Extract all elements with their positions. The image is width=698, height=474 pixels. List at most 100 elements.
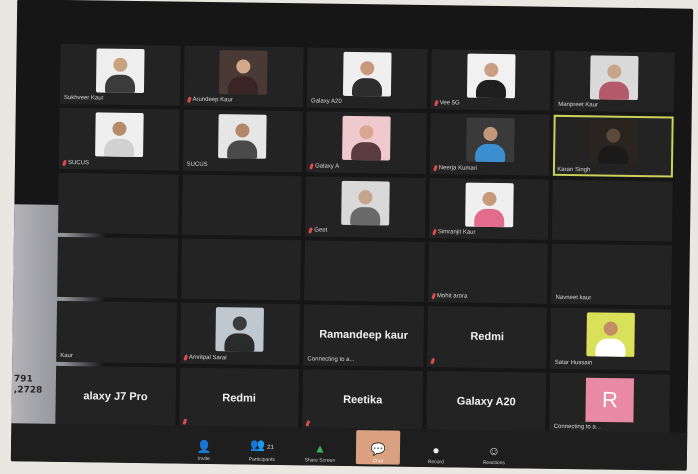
participant-tile[interactable]: Sukhveer Kaur bbox=[59, 43, 181, 106]
participant-label: SUCUS bbox=[187, 161, 208, 167]
participant-tile[interactable]: Karan Singh bbox=[553, 115, 674, 178]
record-button[interactable]: ● Record bbox=[414, 431, 458, 466]
participant-tile[interactable]: Satar Hussain bbox=[550, 308, 671, 371]
participant-label bbox=[430, 357, 435, 365]
participant-video bbox=[589, 119, 638, 165]
participant-name: Sukhveer Kaur bbox=[63, 95, 104, 102]
participant-head bbox=[112, 121, 127, 137]
share-screen-icon: ▲ bbox=[314, 441, 326, 455]
participant-name: Galaxy A20 bbox=[311, 98, 342, 106]
participant-label: Mohit arora bbox=[431, 293, 468, 300]
participant-tile[interactable]: Vee 5G bbox=[430, 49, 551, 112]
participant-tile[interactable]: Manpreet Kaur bbox=[554, 50, 675, 113]
share-label: Share Screen bbox=[304, 457, 336, 464]
participant-name: Manpreet Kaur bbox=[558, 102, 598, 109]
participant-tile[interactable]: Galaxy A20 bbox=[426, 370, 547, 433]
share-screen-icon-glyph: ▲ bbox=[313, 441, 327, 456]
participant-label: Simranjit Kaur bbox=[431, 228, 476, 236]
participant-body bbox=[599, 81, 630, 100]
person-plus-icon-glyph: 👤 bbox=[196, 439, 212, 455]
muted-mic-icon bbox=[308, 227, 314, 234]
chat-icon-glyph: 💬 bbox=[370, 442, 386, 457]
muted-mic-icon bbox=[186, 96, 192, 104]
chat-icon: 💬 bbox=[370, 442, 385, 456]
participant-tile[interactable]: Ramandeep kaur Connecting to a... bbox=[303, 304, 424, 367]
participant-body bbox=[228, 76, 259, 95]
participant-tile[interactable]: SUCUS bbox=[182, 109, 303, 172]
participant-label: Manpreet Kaur bbox=[558, 102, 598, 109]
participant-tile[interactable]: R Connecting to a... bbox=[549, 372, 671, 435]
participant-head bbox=[360, 61, 375, 76]
participant-head bbox=[113, 57, 128, 72]
participant-name: SUCUS bbox=[67, 159, 90, 166]
participant-tile[interactable] bbox=[181, 174, 303, 237]
participant-grid: Sukhveer Kaur Arundeep Kaur Galaxy A20 Vee … bbox=[55, 43, 675, 435]
zoom-meeting-window: 791 ,2728 Sukhveer Kaur Arundeep Kaur Gala… bbox=[10, 0, 694, 471]
participant-tile[interactable]: Simranjit Kaur bbox=[428, 177, 550, 240]
participant-head bbox=[233, 316, 248, 331]
participant-label: Amritpal Sarai bbox=[182, 354, 227, 361]
participant-label: Vee 5G bbox=[433, 100, 460, 107]
participant-tile[interactable]: Redmi bbox=[426, 306, 548, 369]
participant-name: Vee 5G bbox=[439, 100, 460, 107]
muted-mic-icon bbox=[430, 357, 435, 365]
participant-tile[interactable]: Galaxy A bbox=[306, 111, 427, 174]
participant-tile[interactable]: Kaur bbox=[56, 301, 177, 364]
reactions-button[interactable]: ☺ Reactions bbox=[472, 432, 516, 467]
participant-body bbox=[350, 206, 381, 226]
participant-name: Simranjit Kaur bbox=[437, 229, 476, 236]
participant-body bbox=[473, 208, 504, 227]
participant-name: Connecting to a... bbox=[553, 423, 601, 431]
invite-button[interactable]: 👤 Invite bbox=[182, 428, 226, 463]
record-icon: ● bbox=[432, 443, 439, 457]
participant-tile[interactable]: Neerja Kumari bbox=[429, 113, 551, 176]
participant-video bbox=[586, 312, 636, 358]
participant-head bbox=[606, 128, 621, 144]
invite-label: Invite bbox=[197, 455, 210, 463]
muted-mic-icon bbox=[62, 159, 67, 166]
participant-tile[interactable] bbox=[304, 240, 425, 303]
participants-label: Participants bbox=[248, 456, 275, 463]
participant-label: Galaxy A20 bbox=[311, 99, 342, 105]
meeting-toolbar: 👤 Invite 👥 21 Participants ▲ Share Screen 💬 Chat… bbox=[10, 423, 688, 471]
participant-tile[interactable]: SUCUS bbox=[58, 108, 180, 171]
share-button[interactable]: ▲ Share Screen bbox=[298, 429, 342, 464]
muted-mic-icon bbox=[433, 100, 439, 107]
participant-display-name: Redmi bbox=[470, 331, 505, 344]
participant-tile[interactable]: Reetika bbox=[302, 368, 423, 431]
participant-video bbox=[590, 55, 639, 100]
participant-tile[interactable]: Mohit arora bbox=[427, 242, 549, 305]
participant-tile[interactable]: Galaxy A20 bbox=[306, 47, 428, 110]
participant-name: Mohit arora bbox=[436, 293, 468, 300]
participant-tile[interactable]: Geet bbox=[305, 176, 426, 239]
participant-tile[interactable]: alaxy J7 Pro bbox=[55, 365, 176, 428]
participant-tile[interactable] bbox=[552, 179, 673, 242]
participant-body bbox=[595, 338, 626, 358]
participant-label: Arundeep Kaur bbox=[186, 96, 233, 104]
chat-button[interactable]: 💬 Chat bbox=[355, 430, 401, 465]
participant-name: Galaxy A bbox=[315, 163, 340, 170]
participant-label: Geet bbox=[308, 227, 327, 234]
participant-body bbox=[351, 142, 382, 161]
participant-tile[interactable]: Navneet kaur bbox=[551, 243, 672, 306]
participant-tile[interactable] bbox=[57, 236, 178, 299]
participant-tile[interactable] bbox=[180, 238, 302, 301]
participant-name: Karan Singh bbox=[557, 166, 591, 173]
participant-label: Sukhveer Kaur bbox=[64, 95, 104, 102]
participant-video bbox=[219, 50, 268, 95]
muted-mic-icon bbox=[305, 420, 311, 427]
participant-name: Connecting to a... bbox=[307, 356, 355, 363]
participant-video bbox=[341, 180, 390, 226]
participant-tile[interactable] bbox=[58, 172, 179, 235]
participant-video bbox=[215, 307, 265, 353]
participants-button[interactable]: 👥 21 Participants bbox=[240, 428, 284, 463]
participant-head bbox=[483, 62, 499, 78]
participant-body bbox=[103, 138, 135, 158]
muted-mic-icon bbox=[432, 164, 438, 172]
participant-tile[interactable]: Arundeep Kaur bbox=[183, 45, 304, 108]
participant-tile[interactable]: Amritpal Sarai bbox=[179, 302, 301, 365]
muted-mic-icon bbox=[182, 418, 187, 425]
participant-tile[interactable]: Redmi bbox=[178, 367, 300, 430]
chat-label: Chat bbox=[372, 458, 384, 465]
edge-text: 791 ,2728 bbox=[14, 374, 43, 396]
